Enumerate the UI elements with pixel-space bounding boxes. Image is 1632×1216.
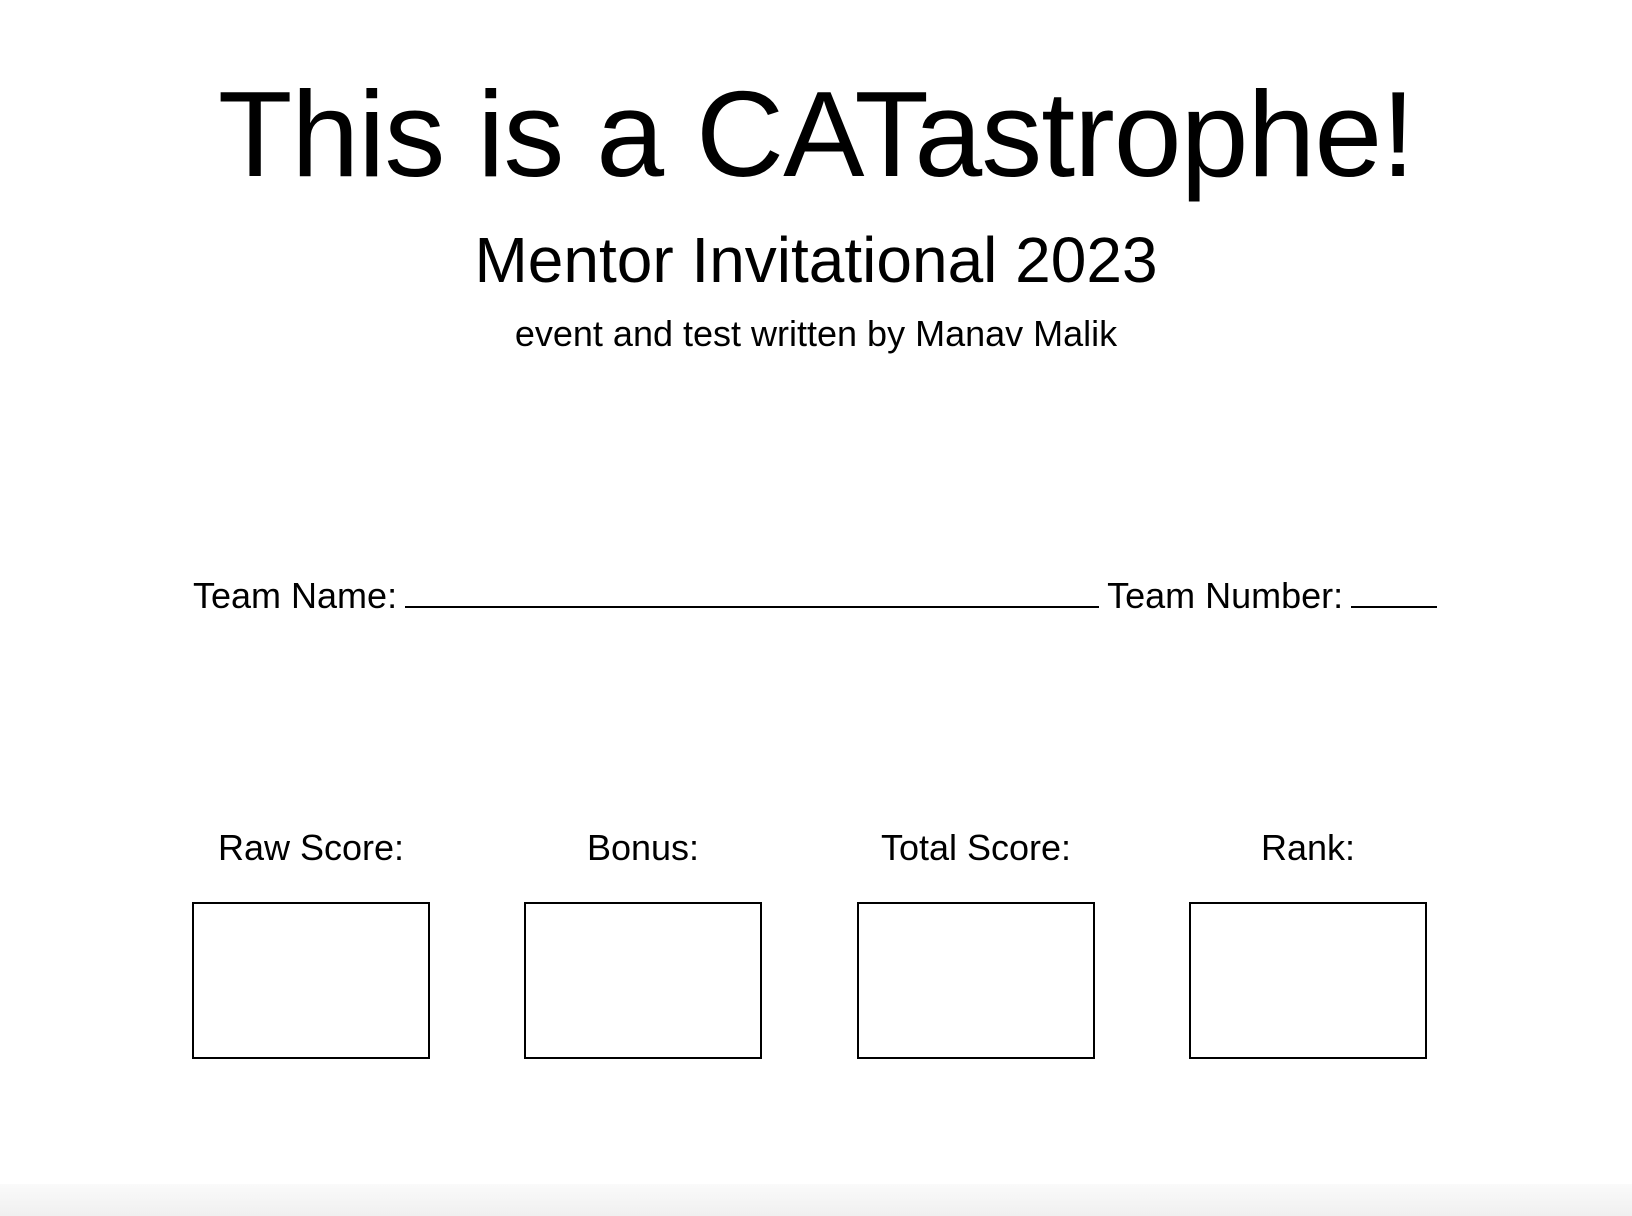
raw-score-box[interactable] [192, 902, 430, 1059]
team-name-label: Team Name: [193, 575, 398, 616]
total-score-label: Total Score: [880, 827, 1072, 868]
total-score-box[interactable] [857, 902, 1095, 1059]
page-bottom-edge [0, 1184, 1632, 1216]
raw-score-label: Raw Score: [217, 827, 405, 868]
bonus-label: Bonus: [586, 827, 700, 868]
author-credit: event and test written by Manav Malik [514, 313, 1118, 354]
event-subtitle: Mentor Invitational 2023 [474, 224, 1158, 296]
raw-score-section: Raw Score: [192, 826, 430, 1059]
team-number-blank[interactable] [1351, 570, 1438, 608]
team-number-label: Team Number: [1107, 575, 1344, 616]
team-name-blank[interactable] [405, 570, 1100, 608]
total-score-section: Total Score: [857, 826, 1095, 1059]
rank-section: Rank: [1189, 826, 1427, 1059]
rank-label: Rank: [1260, 827, 1356, 868]
bonus-section: Bonus: [524, 826, 762, 1059]
team-info-line: Team Name: Team Number: [193, 570, 1443, 618]
bonus-box[interactable] [524, 902, 762, 1059]
rank-box[interactable] [1189, 902, 1427, 1059]
page-title: This is a CATastrophe! [217, 66, 1415, 202]
